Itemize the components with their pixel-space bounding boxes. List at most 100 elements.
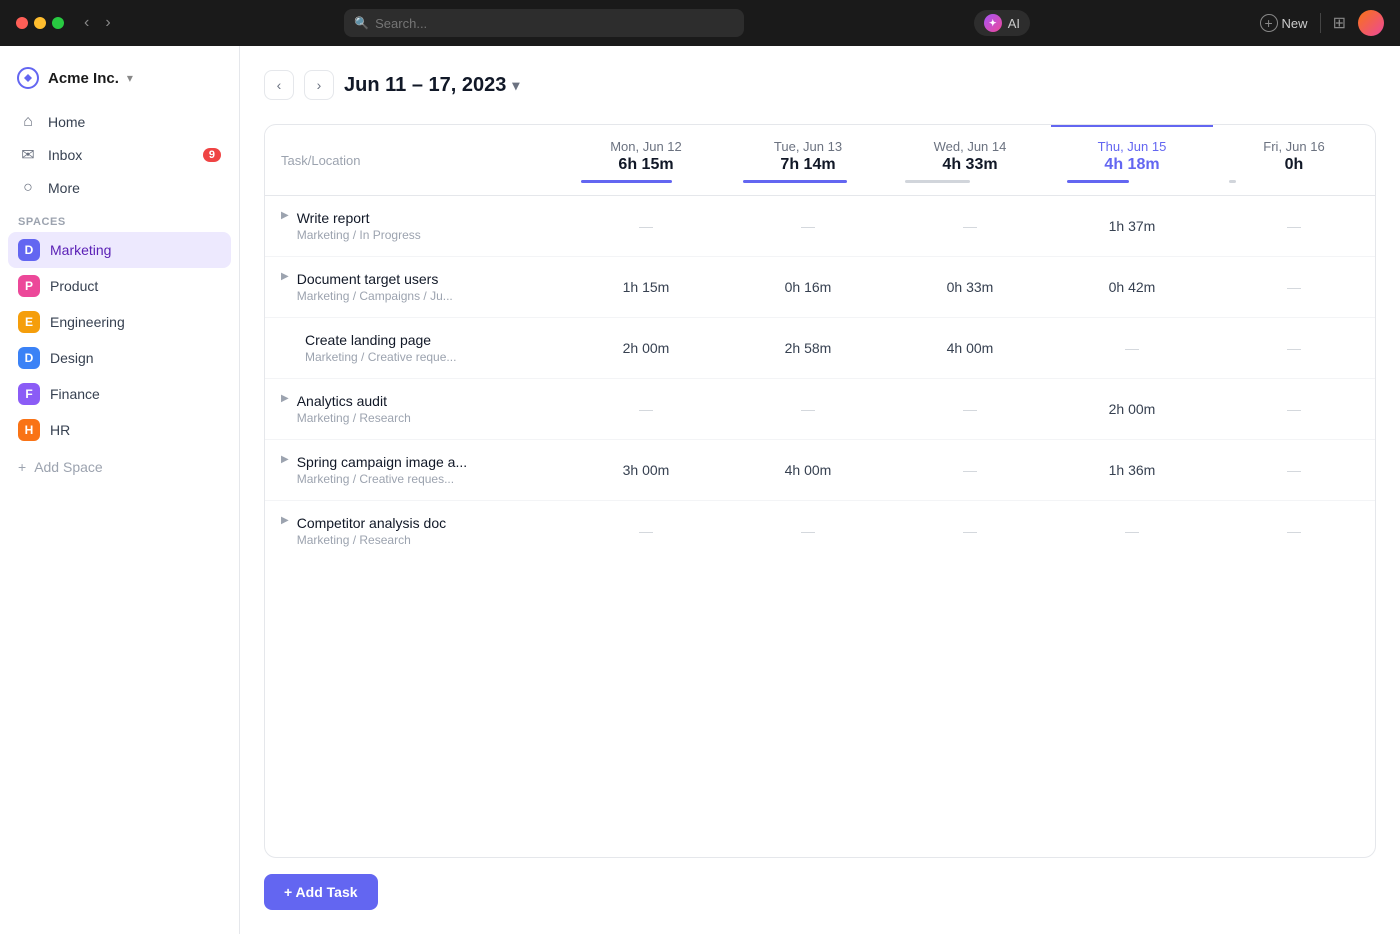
sidebar-item-marketing[interactable]: D Marketing (8, 232, 231, 268)
add-task-button[interactable]: + Add Task (264, 874, 378, 910)
avatar[interactable] (1358, 10, 1384, 36)
wed-time: — (889, 501, 1051, 562)
fri-time: — (1213, 196, 1375, 257)
sidebar-item-label: Home (48, 114, 85, 130)
thursday-bar (1067, 180, 1129, 183)
monday-label: Mon, Jun 12 (581, 139, 711, 154)
inbox-badge: 9 (203, 148, 221, 162)
table-row: ▶ Spring campaign image a... Marketing /… (265, 440, 1375, 501)
expand-button[interactable]: ▶ (281, 271, 289, 282)
sidebar-item-more[interactable]: ○ More (8, 172, 231, 204)
task-location: Marketing / Research (297, 411, 411, 425)
task-location: Marketing / In Progress (297, 228, 421, 242)
forward-button[interactable]: › (101, 12, 114, 34)
table-row: ▶ Document target users Marketing / Camp… (265, 257, 1375, 318)
back-button[interactable]: ‹ (80, 12, 93, 34)
search-input[interactable] (375, 16, 734, 31)
timesheet-table: Task/Location Mon, Jun 12 6h 15m Tue, Ju… (264, 124, 1376, 858)
friday-bar (1229, 180, 1236, 183)
home-icon: ⌂ (18, 113, 38, 131)
sidebar-item-finance[interactable]: F Finance (8, 376, 231, 412)
main-content: ‹ › Jun 11 – 17, 2023 ▾ Task/Location Mo… (240, 46, 1400, 934)
sidebar-item-hr[interactable]: H HR (8, 412, 231, 448)
minimize-dot[interactable] (34, 17, 46, 29)
thu-time: 0h 42m (1051, 257, 1213, 318)
thursday-label: Thu, Jun 15 (1067, 139, 1197, 154)
new-button[interactable]: + New (1260, 14, 1308, 32)
inbox-icon: ✉ (18, 145, 38, 165)
monday-hours: 6h 15m (581, 156, 711, 174)
task-name: Create landing page (305, 332, 456, 348)
thursday-header: Thu, Jun 15 4h 18m (1051, 126, 1213, 196)
marketing-icon: D (18, 239, 40, 261)
task-name: Analytics audit (297, 393, 411, 409)
friday-header: Fri, Jun 16 0h (1213, 126, 1375, 196)
maximize-dot[interactable] (52, 17, 64, 29)
sidebar-item-home[interactable]: ⌂ Home (8, 106, 231, 138)
mon-time: — (565, 501, 727, 562)
browser-nav: ‹ › (80, 12, 115, 34)
thu-time: 1h 36m (1051, 440, 1213, 501)
tue-time: — (727, 379, 889, 440)
mon-time: 3h 00m (565, 440, 727, 501)
monday-header: Mon, Jun 12 6h 15m (565, 126, 727, 196)
ai-icon: ✦ (984, 14, 1002, 32)
logo-text: Acme Inc. (48, 70, 119, 87)
sidebar-item-inbox[interactable]: ✉ Inbox 9 (8, 138, 231, 172)
date-navigation: ‹ › Jun 11 – 17, 2023 ▾ (264, 70, 1376, 100)
expand-button[interactable]: ▶ (281, 454, 289, 465)
wed-time: — (889, 379, 1051, 440)
sidebar-item-product[interactable]: P Product (8, 268, 231, 304)
add-space-button[interactable]: + Add Space (0, 452, 239, 482)
expand-button[interactable]: ▶ (281, 210, 289, 221)
mon-time: 1h 15m (565, 257, 727, 318)
wednesday-bar (905, 180, 970, 183)
logo[interactable]: Acme Inc. ▾ (0, 58, 239, 106)
space-label: Design (50, 350, 94, 366)
product-icon: P (18, 275, 40, 297)
sidebar-item-engineering[interactable]: E Engineering (8, 304, 231, 340)
thursday-hours: 4h 18m (1067, 156, 1197, 174)
prev-week-button[interactable]: ‹ (264, 70, 294, 100)
main-layout: Acme Inc. ▾ ⌂ Home ✉ Inbox 9 ○ More Spac… (0, 46, 1400, 934)
topbar-right: + New ⊞ (1260, 10, 1384, 36)
wednesday-header: Wed, Jun 14 4h 33m (889, 126, 1051, 196)
search-bar[interactable]: 🔍 (344, 9, 744, 37)
divider (1320, 13, 1321, 33)
next-week-button[interactable]: › (304, 70, 334, 100)
date-range-button[interactable]: Jun 11 – 17, 2023 ▾ (344, 74, 519, 97)
ai-icon-inner: ✦ (989, 18, 997, 29)
mon-time: — (565, 379, 727, 440)
expand-button[interactable]: ▶ (281, 515, 289, 526)
finance-icon: F (18, 383, 40, 405)
close-dot[interactable] (16, 17, 28, 29)
ai-label: AI (1008, 16, 1020, 31)
friday-hours: 0h (1229, 156, 1359, 174)
new-label: New (1282, 16, 1308, 31)
fri-time: — (1213, 318, 1375, 379)
wed-time: 0h 33m (889, 257, 1051, 318)
fri-time: — (1213, 257, 1375, 318)
sidebar: Acme Inc. ▾ ⌂ Home ✉ Inbox 9 ○ More Spac… (0, 46, 240, 934)
sidebar-item-label: More (48, 180, 80, 196)
monday-bar (581, 180, 672, 183)
ai-button[interactable]: ✦ AI (974, 10, 1030, 36)
mon-time: — (565, 196, 727, 257)
grid-icon[interactable]: ⊞ (1333, 13, 1346, 33)
sidebar-nav: ⌂ Home ✉ Inbox 9 ○ More (0, 106, 239, 204)
tue-time: 2h 58m (727, 318, 889, 379)
task-name: Write report (297, 210, 421, 226)
tue-time: 4h 00m (727, 440, 889, 501)
expand-button[interactable]: ▶ (281, 393, 289, 404)
window-controls (16, 17, 64, 29)
table-row: ▶ Analytics audit Marketing / Research —… (265, 379, 1375, 440)
add-space-label: Add Space (34, 459, 103, 475)
tue-time: 0h 16m (727, 257, 889, 318)
wed-time: — (889, 440, 1051, 501)
mon-time: 2h 00m (565, 318, 727, 379)
tuesday-bar (743, 180, 847, 183)
sidebar-item-design[interactable]: D Design (8, 340, 231, 376)
tue-time: — (727, 196, 889, 257)
tuesday-header: Tue, Jun 13 7h 14m (727, 126, 889, 196)
add-space-icon: + (18, 459, 26, 475)
